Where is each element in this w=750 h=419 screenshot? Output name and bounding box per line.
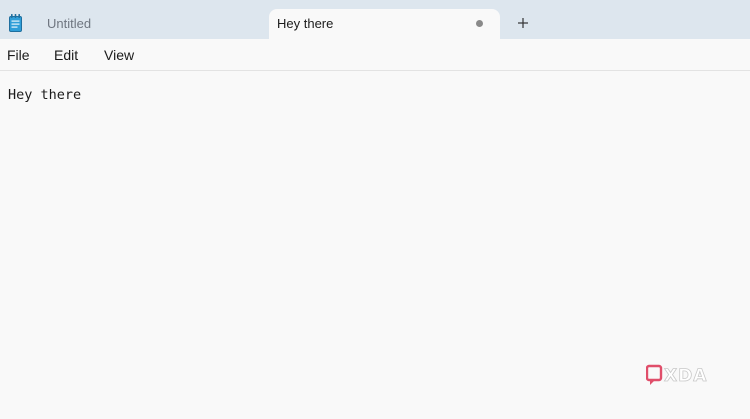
- unsaved-dot-icon[interactable]: [476, 20, 483, 27]
- tab-untitled[interactable]: Untitled: [36, 8, 266, 39]
- editor-content: Hey there: [8, 87, 82, 103]
- xda-watermark-logo: XDA: [645, 364, 718, 386]
- tab-bar: Untitled Hey there: [0, 0, 750, 39]
- notepad-window: Untitled Hey there File Edit View Hey th…: [0, 0, 750, 419]
- tab-label: Untitled: [47, 16, 92, 31]
- menu-edit[interactable]: Edit: [54, 47, 78, 63]
- notepad-icon: [9, 14, 22, 32]
- tab-label: Hey there: [277, 16, 334, 31]
- tab-hey-there[interactable]: Hey there: [269, 9, 500, 39]
- plus-icon[interactable]: [513, 13, 533, 33]
- text-editor-area[interactable]: Hey there: [0, 71, 750, 419]
- svg-text:XDA: XDA: [664, 366, 707, 386]
- menu-file[interactable]: File: [7, 47, 30, 63]
- menu-bar: File Edit View: [0, 39, 750, 71]
- menu-view[interactable]: View: [104, 47, 134, 63]
